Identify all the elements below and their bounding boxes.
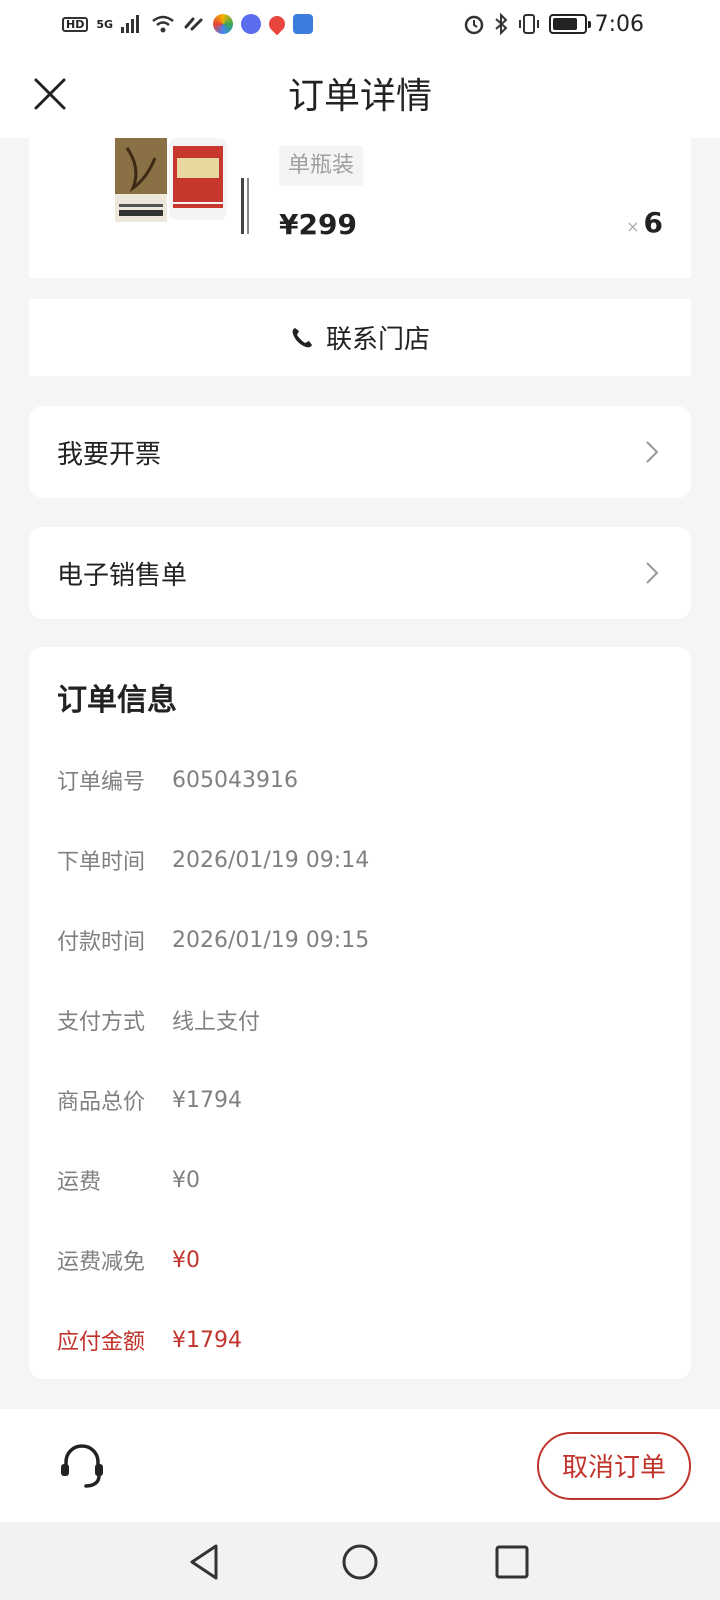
alarm-icon [464,15,483,35]
product-quantity: × 6 [626,206,663,239]
info-value: 2026/01/19 09:15 [172,927,370,953]
info-row-pay-method: 支付方式 线上支付 [57,1004,260,1036]
quantity-prefix: × [626,217,640,236]
e-receipt-row[interactable]: 电子销售单 [29,527,691,619]
info-value: 线上支付 [172,1010,261,1035]
info-label: 下单时间 [57,850,146,875]
info-row-shipping: 运费 ¥0 [57,1164,200,1196]
vibrate-icon [518,14,539,34]
info-value: 605043916 [172,767,298,793]
product-image[interactable] [85,138,281,240]
phone-icon [292,327,312,347]
bottom-action-bar: 取消订单 [0,1409,720,1522]
wifi-icon [152,15,174,33]
status-time: 7:06 [594,11,644,37]
status-right: 7:06 [463,12,644,37]
chevron-right-icon [646,562,659,584]
info-row-order-number: 订单编号 605043916 [57,764,298,796]
music-app-icon [241,14,262,34]
chevron-right-icon [646,441,659,463]
order-info-title: 订单信息 [57,683,177,718]
info-label: 运费 [57,1170,102,1195]
info-row-amount-due: 应付金额 ¥1794 [57,1324,242,1356]
spec-badge: 单瓶装 [279,146,364,186]
network-label: 5G [96,17,114,31]
map-app-icon [265,12,289,36]
signal-icon [121,15,140,33]
invoice-label: 我要开票 [57,439,162,470]
info-row-order-time: 下单时间 2026/01/19 09:14 [57,844,369,876]
info-label: 应付金额 [57,1330,146,1355]
status-left: HD 5G [62,12,314,36]
app-icon-colorful [213,14,234,34]
back-icon[interactable] [184,1540,228,1584]
contact-store-button[interactable]: 联系门店 [29,299,691,376]
quantity-value: 6 [643,206,663,239]
order-info-card: 订单信息 订单编号 605043916 下单时间 2026/01/19 09:1… [29,647,691,1379]
e-receipt-label: 电子销售单 [57,560,188,591]
status-bar: HD 5G 7:06 [0,0,720,48]
contact-store-label: 联系门店 [325,325,430,355]
info-value: ¥0 [172,1167,200,1193]
close-icon[interactable] [32,76,68,112]
info-value: ¥1794 [172,1327,242,1353]
doc-app-icon [293,14,314,34]
info-value: ¥1794 [172,1087,242,1113]
info-label: 商品总价 [57,1090,146,1115]
system-nav-bar [0,1522,720,1600]
hd-icon: HD [62,16,89,32]
product-price: ¥299 [279,208,357,241]
page-title: 订单详情 [287,76,432,117]
info-label: 支付方式 [57,1010,146,1035]
invoice-row[interactable]: 我要开票 [29,406,691,498]
info-label: 订单编号 [57,770,146,795]
info-label: 运费减免 [57,1250,146,1275]
info-value: ¥0 [172,1247,200,1273]
info-row-shipping-discount: 运费减免 ¥0 [57,1244,200,1276]
info-row-goods-total: 商品总价 ¥1794 [57,1084,242,1116]
bluetooth-icon [494,13,508,35]
home-icon[interactable] [338,1540,382,1584]
recents-icon[interactable] [490,1540,534,1584]
info-label: 付款时间 [57,930,146,955]
product-card: 单瓶装 ¥299 × 6 [29,138,691,278]
info-row-pay-time: 付款时间 2026/01/19 09:15 [57,924,369,956]
info-value: 2026/01/19 09:14 [172,847,370,873]
battery-icon [548,14,591,34]
cancel-order-button[interactable]: 取消订单 [537,1431,691,1500]
link-icon [184,17,203,31]
customer-service-icon[interactable] [56,1440,108,1492]
header: 订单详情 [0,48,720,138]
